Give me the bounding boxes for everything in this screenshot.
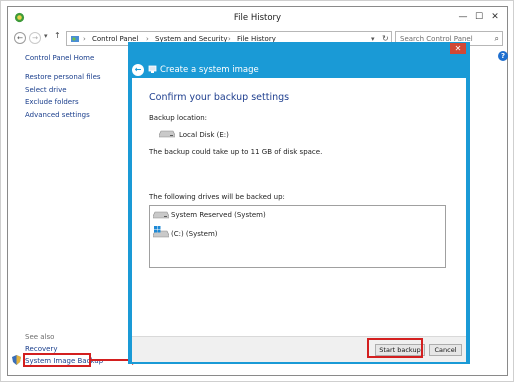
title-bar: File History — ☐ ✕ <box>8 7 507 29</box>
back-button[interactable]: ← <box>14 32 26 44</box>
backup-icon <box>148 65 157 73</box>
dialog-title: Create a system image <box>160 65 259 75</box>
shield-icon <box>12 355 21 365</box>
window-title: File History <box>233 13 282 23</box>
backup-size-note: The backup could take up to 11 GB of dis… <box>149 148 323 156</box>
sidebar-select-drive[interactable]: Select drive <box>25 86 67 94</box>
sidebar-advanced-settings[interactable]: Advanced settings <box>25 111 90 119</box>
backup-location-value: Local Disk (E:) <box>179 131 229 139</box>
control-panel-icon <box>71 36 79 42</box>
drive-name: System Reserved (System) <box>171 211 266 219</box>
help-icon[interactable]: ? <box>498 51 508 61</box>
dialog-back-button[interactable]: ← <box>132 64 144 76</box>
start-backup-highlight <box>367 338 423 358</box>
breadcrumb-separator: › <box>83 35 86 43</box>
hard-drive-icon <box>159 130 175 138</box>
forward-button[interactable]: → <box>29 32 41 44</box>
search-icon: ⌕ <box>494 34 499 43</box>
dialog-close-button[interactable]: ✕ <box>450 43 466 54</box>
drives-list: System Reserved (System) (C:) (System) <box>149 205 446 268</box>
sidebar-exclude-folders[interactable]: Exclude folders <box>25 98 79 106</box>
dialog-content: Confirm your backup settings Backup loca… <box>132 78 466 336</box>
windows-drive-icon <box>153 226 169 238</box>
see-also-heading: See also <box>25 333 55 341</box>
hard-drive-icon <box>153 211 169 219</box>
list-item[interactable]: (C:) (System) <box>150 226 445 240</box>
backup-location-label: Backup location: <box>149 114 208 122</box>
create-system-image-dialog: ✕ ← Create a system image Confirm your b… <box>128 42 470 364</box>
close-button[interactable]: ✕ <box>486 10 504 24</box>
drives-label: The following drives will be backed up: <box>149 193 285 201</box>
sidebar-recovery[interactable]: Recovery <box>25 345 57 353</box>
confirm-settings-heading: Confirm your backup settings <box>149 92 290 103</box>
recent-locations-dropdown[interactable]: ▾ <box>44 32 48 40</box>
up-button[interactable]: ↑ <box>54 31 61 40</box>
sidebar-control-panel-home[interactable]: Control Panel Home <box>25 54 94 62</box>
list-item[interactable]: System Reserved (System) <box>150 208 445 222</box>
system-image-backup-highlight <box>23 353 91 367</box>
sidebar-restore-personal-files[interactable]: Restore personal files <box>25 73 101 81</box>
drive-name: (C:) (System) <box>171 230 218 238</box>
cancel-button[interactable]: Cancel <box>429 344 462 356</box>
